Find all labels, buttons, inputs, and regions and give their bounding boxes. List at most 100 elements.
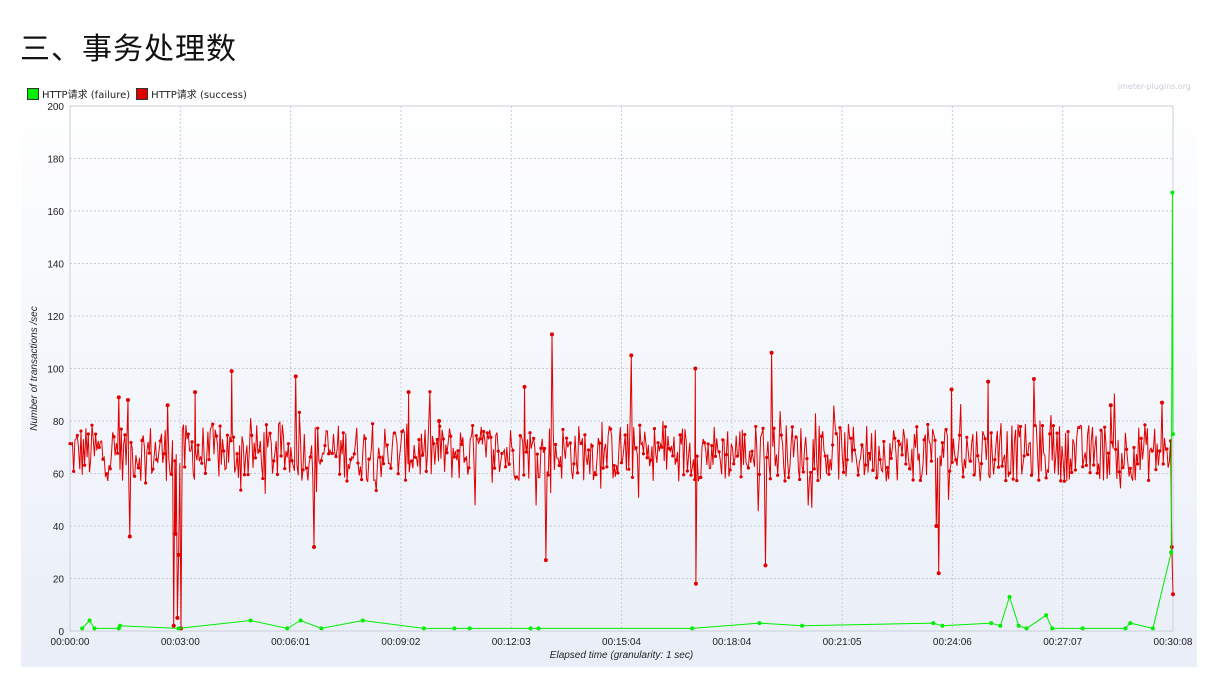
series-point-success	[682, 473, 686, 477]
series-point-failure	[248, 618, 253, 623]
series-point-success	[229, 369, 234, 374]
series-point-failure	[176, 626, 181, 631]
series-point-success	[186, 432, 190, 436]
series-point-failure	[528, 626, 533, 631]
series-point-failure	[80, 626, 85, 631]
series-point-success	[493, 466, 497, 470]
series-point-success	[594, 473, 598, 477]
series-point-success	[805, 457, 809, 461]
series-point-success	[816, 478, 820, 483]
series-point-success	[360, 477, 364, 482]
series-point-success	[735, 454, 740, 458]
series-point-failure	[1007, 594, 1012, 599]
series-point-success	[889, 456, 893, 461]
series-point-success	[474, 434, 478, 438]
series-point-success	[151, 467, 155, 471]
series-point-success	[634, 446, 638, 450]
series-point-success	[196, 443, 200, 447]
series-point-success	[253, 456, 258, 460]
series-point-success	[940, 441, 944, 445]
series-point-failure	[1050, 626, 1055, 631]
series-point-success	[1154, 468, 1158, 472]
series-point-success	[627, 467, 631, 471]
series-point-success	[1136, 462, 1140, 466]
series-point-success	[809, 470, 813, 475]
series-point-success	[1139, 436, 1143, 440]
series-point-success	[841, 470, 846, 474]
series-point-success	[500, 451, 504, 456]
series-point-success	[896, 439, 901, 443]
series-point-success	[1048, 432, 1052, 436]
series-point-success	[535, 452, 539, 456]
series-point-success	[1157, 449, 1162, 453]
series-point-success	[522, 473, 526, 477]
series-point-success	[133, 474, 137, 478]
series-point-success	[671, 454, 675, 458]
series-point-success	[83, 463, 87, 467]
series-point-success	[438, 424, 442, 428]
series-point-success	[312, 545, 317, 549]
series-point-failure	[421, 626, 426, 631]
series-point-success	[413, 455, 417, 459]
series-point-success	[389, 466, 393, 470]
series-point-success	[463, 457, 467, 461]
series-point-success	[507, 462, 511, 466]
series-point-success	[272, 459, 276, 463]
series-point-success	[1117, 470, 1121, 474]
x-tick-label: 00:00:00	[51, 637, 90, 648]
series-point-success	[403, 478, 408, 482]
series-point-success	[305, 466, 309, 470]
series-point-success	[1114, 447, 1118, 452]
series-point-success	[579, 441, 583, 445]
series-point-failure	[931, 621, 936, 626]
series-point-success	[1106, 451, 1110, 455]
series-point-failure	[800, 623, 805, 628]
series-point-success	[1146, 478, 1151, 482]
series-point-success	[761, 426, 765, 430]
series-point-failure	[1123, 626, 1128, 631]
series-point-success	[452, 455, 456, 459]
series-point-success	[539, 446, 543, 450]
series-point-success	[732, 462, 736, 466]
series-point-success	[852, 448, 857, 452]
series-point-success	[1081, 465, 1085, 469]
series-point-success	[1051, 424, 1056, 428]
series-point-success	[522, 384, 527, 389]
series-point-success	[1095, 471, 1099, 475]
series-point-success	[489, 435, 493, 440]
series-point-failure	[1150, 626, 1155, 631]
series-point-success	[1062, 479, 1067, 483]
series-point-success	[619, 461, 624, 465]
series-point-success	[301, 468, 305, 472]
series-point-success	[79, 429, 83, 433]
series-point-success	[783, 479, 787, 483]
series-point-success	[286, 442, 291, 446]
series-point-success	[961, 475, 965, 479]
series-point-failure	[467, 626, 472, 631]
series-point-success	[695, 454, 699, 458]
series-point-success	[717, 450, 721, 454]
series-point-success	[849, 436, 853, 440]
series-point-success	[338, 472, 342, 476]
series-point-success	[485, 431, 489, 435]
series-point-success	[105, 472, 109, 476]
series-point-success	[763, 563, 768, 568]
series-point-success	[97, 445, 101, 449]
series-point-success	[549, 332, 554, 337]
series-point-success	[1018, 424, 1023, 429]
x-tick-label: 00:18:04	[712, 637, 751, 648]
series-point-success	[319, 459, 323, 463]
series-point-success	[250, 433, 254, 437]
x-tick-label: 00:12:03	[492, 637, 531, 648]
series-point-success	[1125, 447, 1129, 451]
series-point-success	[583, 433, 587, 437]
series-point-success	[823, 454, 827, 458]
series-point-success	[572, 462, 576, 466]
series-point-success	[330, 451, 334, 456]
x-tick-label: 00:24:06	[933, 637, 972, 648]
series-point-success	[612, 464, 616, 468]
series-point-success	[101, 457, 105, 461]
series-point-success	[511, 448, 515, 453]
series-point-success	[922, 438, 926, 442]
series-point-success	[554, 442, 558, 447]
